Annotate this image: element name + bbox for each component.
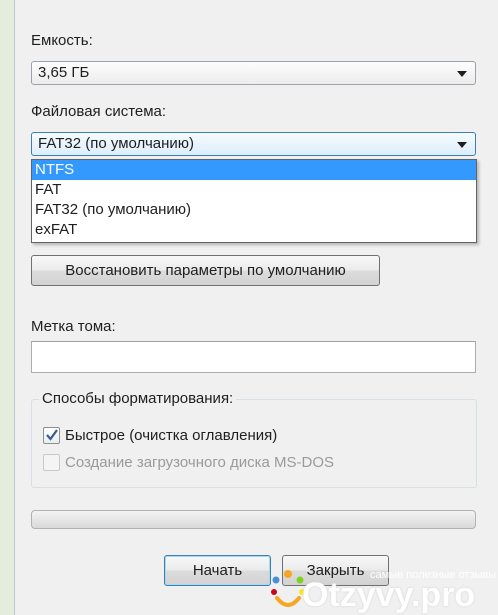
chevron-down-icon[interactable] <box>457 71 467 77</box>
filesystem-option-ntfs[interactable]: NTFS <box>32 160 476 180</box>
start-button[interactable]: Начать <box>164 555 271 586</box>
quick-format-checkbox[interactable] <box>43 427 60 444</box>
capacity-label: Емкость: <box>31 32 93 49</box>
filesystem-value: FAT32 (по умолчанию) <box>38 135 195 152</box>
filesystem-option-fat[interactable]: FAT <box>32 180 476 200</box>
volume-label-caption: Метка тома: <box>31 318 116 335</box>
msdos-boot-checkbox[interactable] <box>43 454 60 471</box>
filesystem-dropdown-list: NTFS FAT FAT32 (по умолчанию) exFAT <box>31 159 477 243</box>
checkmark-icon <box>46 429 58 441</box>
watermark: самые полезные отзывы Otzyvy.pro <box>266 560 498 615</box>
msdos-boot-label: Создание загрузочного диска MS-DOS <box>65 454 335 471</box>
filesystem-label: Файловая система: <box>31 103 167 120</box>
quick-format-label[interactable]: Быстрое (очистка оглавления) <box>65 427 277 445</box>
volume-label-input[interactable] <box>31 341 476 373</box>
filesystem-option-fat32[interactable]: FAT32 (по умолчанию) <box>32 200 476 220</box>
watermark-brand: Otzyvy.pro <box>302 576 476 614</box>
capacity-select[interactable]: 3,65 ГБ <box>31 61 476 85</box>
restore-defaults-button[interactable]: Восстановить параметры по умолчанию <box>31 255 380 286</box>
format-progress-bar <box>31 510 476 529</box>
filesystem-option-exfat[interactable]: exFAT <box>32 220 476 240</box>
chevron-down-icon[interactable] <box>457 142 467 148</box>
capacity-value: 3,65 ГБ <box>38 64 90 81</box>
filesystem-select[interactable]: FAT32 (по умолчанию) <box>31 132 476 156</box>
format-dialog: Емкость: 3,65 ГБ Файловая система: FAT32… <box>14 0 498 615</box>
format-options-title: Способы форматирования: <box>39 390 237 408</box>
